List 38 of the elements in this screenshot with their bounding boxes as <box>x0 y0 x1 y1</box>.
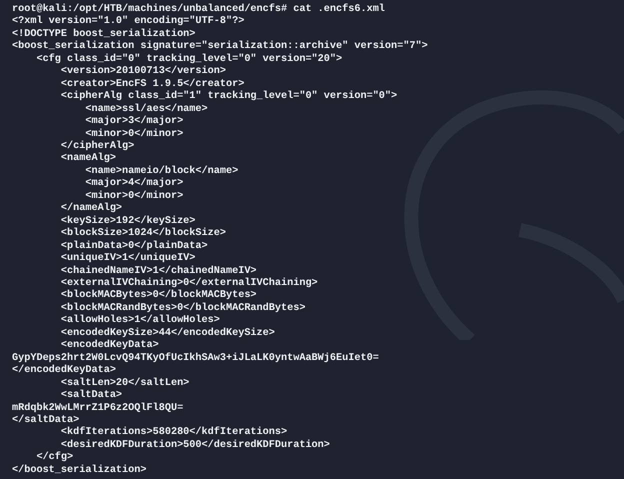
terminal-line: <boost_serialization signature="serialization::archive" version="7"> <box>12 41 428 54</box>
terminal-line: <major>4</major> <box>84 178 184 190</box>
terminal-line: <name>ssl/aes</name> <box>84 104 208 116</box>
terminal-line: </saltData> <box>12 414 80 426</box>
terminal-line: <blockSize>1024</blockSize> <box>60 228 226 240</box>
terminal-line: <keySize>192</keySize> <box>60 216 196 228</box>
terminal-line: </nameAlg> <box>60 203 122 216</box>
terminal-line: <major>3</major> <box>84 116 184 128</box>
terminal-line: <uniqueIV>1</uniqueIV> <box>60 253 196 266</box>
terminal-line: <!DOCTYPE boost_serialization> <box>12 28 196 40</box>
terminal-line: </cipherAlg> <box>60 140 134 152</box>
terminal-line: <kdfIterations>580280</kdfIterations> <box>60 427 288 440</box>
terminal-line: </encodedKeyData> <box>12 365 116 378</box>
terminal-line: <minor>0</minor> <box>84 128 184 140</box>
terminal-line: root@kali:/opt/HTB/machines/unbalanced/encfs# cat .encfs6.xml <box>12 4 385 16</box>
terminal-line: GypYDeps2hrt2W0LcvQ94TKyOfUcIkhSAw3+iJLaLK0yntwAaBWj6EuIet0= <box>12 352 379 364</box>
terminal-line: <cfg class_id="0" tracking_level="0" version="20"> <box>35 54 342 66</box>
terminal-line: <?xml version="1.0" encoding="UTF-8"?> <box>12 16 244 28</box>
terminal-line: </cfg> <box>35 452 74 464</box>
terminal-line: <externalIVChaining>0</externalIVChaining> <box>60 278 318 290</box>
terminal-line: <allowHoles>1</allowHoles> <box>60 315 220 328</box>
terminal-line: <name>nameio/block</name> <box>84 166 238 178</box>
terminal-line: </boost_serialization> <box>12 464 146 478</box>
terminal-line: <chainedNameIV>1</chainedNameIV> <box>60 266 257 278</box>
terminal-line: <creator>EncFS 1.9.5</creator> <box>60 78 244 90</box>
terminal-line: <blockMACBytes>0</blockMACBytes> <box>60 290 257 302</box>
terminal-line: <blockMACRandBytes>0</blockMACRandBytes> <box>60 302 306 314</box>
terminal-line: <desiredKDFDuration>500</desiredKDFDuration> <box>60 440 330 452</box>
terminal-line: <version>20100713</version> <box>60 66 226 78</box>
terminal-line: <minor>0</minor> <box>84 190 184 202</box>
terminal-line: <encodedKeyData> <box>60 340 159 352</box>
terminal-line: <cipherAlg class_id="1" tracking_level="0" version="0"> <box>60 91 398 104</box>
terminal-line: <plainData>0</plainData> <box>60 240 208 252</box>
terminal-line: <saltData> <box>60 390 122 402</box>
terminal-line: mRdqbk2WwLMrrZ1P6z2OQlFl8QU= <box>12 402 184 414</box>
terminal-line: <encodedKeySize>44</encodedKeySize> <box>60 328 275 340</box>
terminal-line: <nameAlg> <box>60 153 116 166</box>
terminal-line: <saltLen>20</saltLen> <box>60 378 190 390</box>
